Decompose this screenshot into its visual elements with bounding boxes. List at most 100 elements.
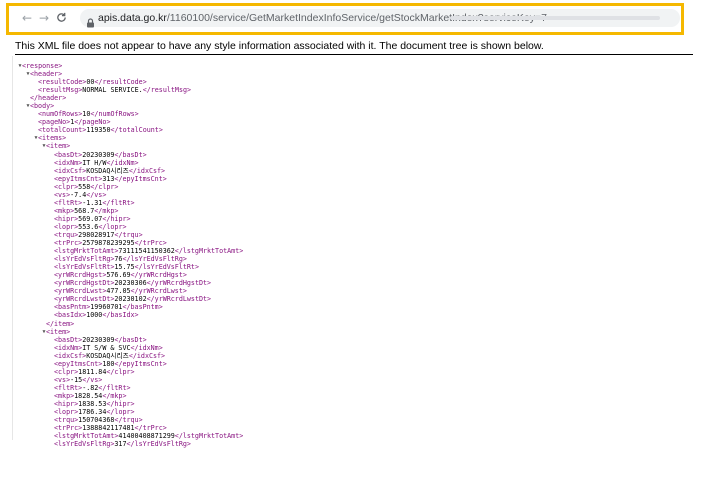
xml-line: <basPntm>19960701</basPntm>	[0, 303, 715, 311]
xml-line-text: <yrWRcrdLwst>477.05</yrWRcrdLwst>	[54, 287, 187, 296]
xml-line-text: <mkp>568.7</mkp>	[54, 206, 119, 215]
xml-line: </item>	[0, 320, 715, 328]
xml-line-text: <pageNo>1</pageNo>	[38, 118, 111, 127]
info-divider	[15, 54, 693, 55]
xml-line: <lsYrEdVsFltRg>76</lsYrEdVsFltRg>	[0, 255, 715, 263]
xml-node-toggle-row[interactable]: ▼ <item>	[0, 328, 715, 336]
xml-line-text: <idxCsf>KOSDAQ시리즈</idxCsf>	[54, 351, 166, 360]
xml-line: <yrWRcrdHgstDt>20230306</yrWRcrdHgstDt>	[0, 279, 715, 287]
xml-line: <mkp>1828.54</mkp>	[0, 392, 715, 400]
xml-node-toggle-row[interactable]: ▼ <response>	[0, 62, 715, 70]
xml-line: <fltRt>-1.31</fltRt>	[0, 199, 715, 207]
xml-tree: ▼ <response> ▼ <header> <resultCode>00</resu…	[0, 62, 715, 478]
xml-line: <resultCode>00</resultCode>	[0, 78, 715, 86]
xml-line: <yrWRcrdLwstDt>20230102</yrWRcrdLwstDt>	[0, 295, 715, 303]
xml-node-toggle-row[interactable]: ▼ <item>	[0, 142, 715, 150]
xml-line: <epyItmsCnt>313</epyItmsCnt>	[0, 175, 715, 183]
xml-node-toggle-row[interactable]: ▼ <items>	[0, 134, 715, 142]
xml-line: <lopr>1786.34</lopr>	[0, 408, 715, 416]
xml-line-text: <resultMsg>NORMAL SERVICE.</resultMsg>	[38, 86, 192, 95]
xml-line: <trPrc>1388842117481</trPrc>	[0, 424, 715, 432]
xml-line-text: <fltRt>-1.31</fltRt>	[54, 198, 135, 207]
xml-line-text: <yrWRcrdLwstDt>20230102</yrWRcrdLwstDt>	[54, 295, 212, 304]
xml-line-text: <totalCount>119350</totalCount>	[38, 126, 163, 135]
xml-line-text: <lsYrEdVsFltRg>76</lsYrEdVsFltRg>	[54, 255, 187, 264]
xml-line-text: <item>	[46, 142, 71, 151]
xml-line: <hipr>1838.53</hipr>	[0, 400, 715, 408]
xml-line: <lsYrEdVsFltRg>317</lsYrEdVsFltRg>	[0, 440, 715, 448]
xml-line: <yrWRcrdHgst>576.69</yrWRcrdHgst>	[0, 271, 715, 279]
xml-line-text: <basPntm>19960701</basPntm>	[54, 303, 163, 312]
xml-line: <vs>-15</vs>	[0, 376, 715, 384]
xml-line-text: <vs>-15</vs>	[54, 375, 103, 384]
xml-line-text: <yrWRcrdHgst>576.69</yrWRcrdHgst>	[54, 271, 187, 280]
xml-line: <lsYrEdVsFltRt>15.75</lsYrEdVsFltRt>	[0, 263, 715, 271]
xml-line-text: <lopr>553.6</lopr>	[54, 222, 127, 231]
xml-line: <clpr>1811.84</clpr>	[0, 368, 715, 376]
xml-line-text: <items>	[38, 134, 67, 143]
xml-line-text: <basDt>20230309</basDt>	[54, 150, 147, 159]
xml-line: <totalCount>119350</totalCount>	[0, 126, 715, 134]
xml-line-text: <trPrc>2579878239295</trPrc>	[54, 239, 167, 248]
xml-line: <idxCsf>KOSDAQ시리즈</idxCsf>	[0, 167, 715, 175]
xml-line-text: <trqu>150704368</trqu>	[54, 416, 143, 425]
xml-line-text: <lsYrEdVsFltRg>317</lsYrEdVsFltRg>	[54, 440, 191, 449]
xml-line-text: <idxNm>IT S/W & SVC</idxNm>	[54, 343, 163, 352]
xml-line-text: <item>	[46, 327, 71, 336]
xml-line-text: <resultCode>00</resultCode>	[38, 78, 147, 87]
xml-line-text: <lopr>1786.34</lopr>	[54, 408, 135, 417]
xml-line: <mkp>568.7</mkp>	[0, 207, 715, 215]
xml-line-text: <yrWRcrdHgstDt>20230306</yrWRcrdHgstDt>	[54, 279, 212, 288]
xml-line: <basIdx>1000</basIdx>	[0, 311, 715, 319]
xml-line: <lstgMrktTotAmt>41400408871299</lstgMrkt…	[0, 432, 715, 440]
xml-line: <yrWRcrdLwst>477.05</yrWRcrdLwst>	[0, 287, 715, 295]
xml-line: <vs>-7.4</vs>	[0, 191, 715, 199]
xml-line-text: <fltRt>-.82</fltRt>	[54, 383, 131, 392]
xml-line-text: </header>	[30, 94, 67, 103]
url-highlight-box	[6, 3, 684, 35]
xml-node-toggle-row[interactable]: ▼ <header>	[0, 70, 715, 78]
xml-line-text: <body>	[30, 102, 55, 111]
xml-line-text: <hipr>1838.53</hipr>	[54, 399, 135, 408]
xml-line-text: <idxCsf>KOSDAQ시리즈</idxCsf>	[54, 166, 166, 175]
xml-line: <idxCsf>KOSDAQ시리즈</idxCsf>	[0, 352, 715, 360]
xml-line-text: <epyItmsCnt>180</epyItmsCnt>	[54, 359, 167, 368]
xml-line-text: <trqu>298028917</trqu>	[54, 230, 143, 239]
xml-line-text: <lstgMrktTotAmt>73111541150362</lstgMrkt…	[54, 247, 244, 256]
xml-line-text: <lsYrEdVsFltRt>15.75</lsYrEdVsFltRt>	[54, 263, 199, 272]
xml-line: <fltRt>-.82</fltRt>	[0, 384, 715, 392]
xml-line-text: <numOfRows>10</numOfRows>	[38, 110, 139, 119]
xml-line-text: <basIdx>1000</basIdx>	[54, 311, 139, 320]
xml-line: <resultMsg>NORMAL SERVICE.</resultMsg>	[0, 86, 715, 94]
xml-line-text: <epyItmsCnt>313</epyItmsCnt>	[54, 174, 167, 183]
xml-line: <numOfRows>10</numOfRows>	[0, 110, 715, 118]
xml-info-message: This XML file does not appear to have an…	[15, 40, 544, 52]
xml-line-text: <idxNm>IT H/W</idxNm>	[54, 158, 139, 167]
xml-line: <clpr>558</clpr>	[0, 183, 715, 191]
xml-line: <trqu>298028917</trqu>	[0, 231, 715, 239]
xml-line-text: <mkp>1828.54</mkp>	[54, 391, 127, 400]
xml-line-text: <response>	[22, 62, 63, 70]
xml-line-text: <basDt>20230309</basDt>	[54, 335, 147, 344]
xml-line: <idxNm>IT H/W</idxNm>	[0, 159, 715, 167]
xml-line: <trPrc>2579878239295</trPrc>	[0, 239, 715, 247]
xml-node-toggle-row[interactable]: ▼ <body>	[0, 102, 715, 110]
xml-line: <basDt>20230309</basDt>	[0, 151, 715, 159]
xml-line-text: <header>	[30, 70, 63, 79]
xml-line: <pageNo>1</pageNo>	[0, 118, 715, 126]
xml-line: </header>	[0, 94, 715, 102]
xml-line: <trqu>150704368</trqu>	[0, 416, 715, 424]
xml-line-text: <trPrc>1388842117481</trPrc>	[54, 424, 167, 433]
xml-line-text: <hipr>569.07</hipr>	[54, 214, 131, 223]
xml-line: <hipr>569.07</hipr>	[0, 215, 715, 223]
xml-line-text: <clpr>558</clpr>	[54, 182, 119, 191]
browser-toolbar: ← → apis.data.go.kr/1160100/service/GetM…	[0, 0, 715, 35]
xml-line-text: <vs>-7.4</vs>	[54, 190, 107, 199]
xml-line-text: </item>	[46, 319, 75, 328]
xml-line: <lopr>553.6</lopr>	[0, 223, 715, 231]
xml-line: <idxNm>IT S/W & SVC</idxNm>	[0, 344, 715, 352]
xml-line: <basDt>20230309</basDt>	[0, 336, 715, 344]
xml-line: <epyItmsCnt>180</epyItmsCnt>	[0, 360, 715, 368]
xml-line-text: <clpr>1811.84</clpr>	[54, 367, 135, 376]
xml-line: <lstgMrktTotAmt>73111541150362</lstgMrkt…	[0, 247, 715, 255]
